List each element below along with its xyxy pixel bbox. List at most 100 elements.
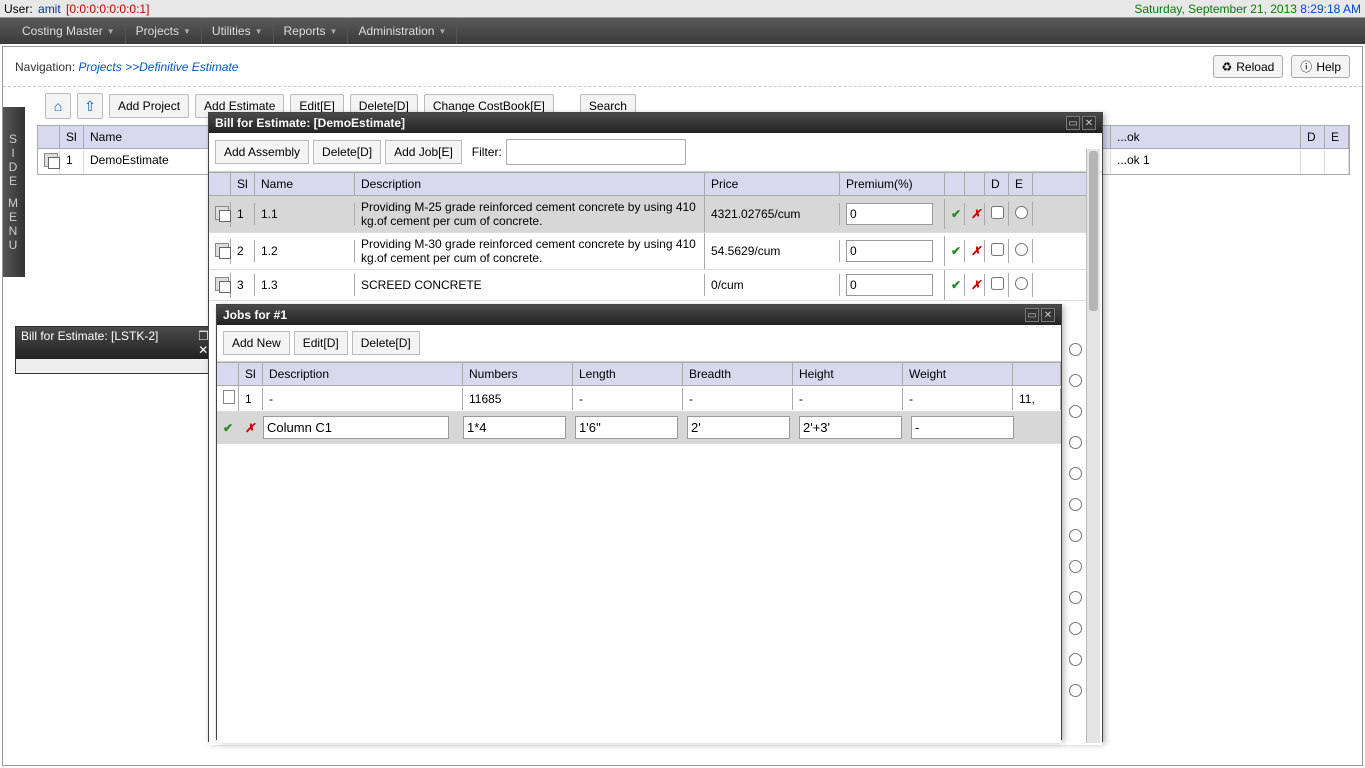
menu-projects[interactable]: Projects▼ — [126, 18, 202, 44]
row-d-checkbox[interactable] — [991, 277, 1004, 290]
table-row[interactable]: 1 - 11685 - - - - 11, — [217, 386, 1061, 412]
col-e: E — [1009, 173, 1033, 195]
status-date: Saturday, September 21, 2013 — [1134, 2, 1297, 16]
row-e-radio[interactable] — [1069, 653, 1082, 666]
row-e-radio[interactable] — [1069, 622, 1082, 635]
length-input[interactable] — [575, 416, 678, 439]
home-button[interactable]: ⌂ — [45, 93, 71, 119]
page-icon — [223, 390, 235, 404]
col-sl: Sl — [231, 173, 255, 195]
up-button[interactable]: ⇧ — [77, 93, 103, 119]
row-e-radio[interactable] — [1069, 436, 1082, 449]
bill-toolbar: Add Assembly Delete[D] Add Job[E] Filter… — [209, 133, 1102, 172]
premium-input[interactable] — [846, 240, 933, 262]
col-weight: Weight — [903, 363, 1013, 385]
menu-costing-master[interactable]: Costing Master▼ — [12, 18, 126, 44]
row-e-radio[interactable] — [1015, 206, 1028, 219]
row-e-radio[interactable] — [1069, 684, 1082, 697]
breadcrumb-projects[interactable]: Projects — [78, 60, 121, 74]
help-icon: ⓘ — [1300, 58, 1312, 75]
dialog-titlebar[interactable]: Jobs for #1 ▭ ✕ — [217, 305, 1061, 325]
row-e-radio[interactable] — [1069, 498, 1082, 511]
user-label: User: — [4, 2, 33, 16]
status-time: 8:29:18 AM — [1300, 2, 1361, 16]
jobs-grid: Sl Description Numbers Length Breadth He… — [217, 362, 1061, 444]
row-e-radio[interactable] — [1069, 529, 1082, 542]
row-e-radio[interactable] — [1069, 374, 1082, 387]
row-e-radio[interactable] — [1015, 243, 1028, 256]
row-e-radio[interactable] — [1069, 560, 1082, 573]
jobs-dialog: Jobs for #1 ▭ ✕ Add New Edit[D] Delete[D… — [216, 304, 1062, 740]
premium-input[interactable] — [846, 274, 933, 296]
add-assembly-button[interactable]: Add Assembly — [215, 140, 309, 164]
row-e-radio[interactable] — [1069, 591, 1082, 604]
weight-input[interactable] — [911, 416, 1014, 439]
confirm-icon[interactable]: ✔ — [223, 421, 233, 435]
premium-input[interactable] — [846, 203, 933, 225]
col-sl: Sl — [239, 363, 263, 385]
description-input[interactable] — [263, 416, 449, 439]
copy-icon[interactable] — [215, 277, 229, 291]
check-icon[interactable]: ✔ — [951, 278, 961, 292]
jobs-dialog-title: Jobs for #1 — [223, 308, 287, 322]
check-icon[interactable]: ✔ — [951, 244, 961, 258]
delete-d-button[interactable]: Delete[D] — [313, 140, 381, 164]
row-e-radio[interactable] — [1069, 343, 1082, 356]
row-d-checkbox[interactable] — [991, 206, 1004, 219]
minimize-icon[interactable]: ▭ — [1025, 308, 1039, 322]
bill-lstk2-dialog[interactable]: Bill for Estimate: [LSTK-2] ❐ ✕ — [15, 326, 215, 374]
nav-label: Navigation: — [15, 60, 75, 74]
col-length: Length — [573, 363, 683, 385]
help-button[interactable]: ⓘHelp — [1291, 55, 1350, 78]
user-ip: [0:0:0:0:0:0:0:1] — [66, 2, 149, 16]
jobs-toolbar: Add New Edit[D] Delete[D] — [217, 325, 1061, 362]
close-icon[interactable]: ✕ — [1082, 116, 1096, 130]
col-name: Name — [255, 173, 355, 195]
table-row-edit[interactable]: ✔ ✗ — [217, 412, 1061, 444]
copy-icon[interactable] — [215, 243, 229, 257]
breadth-input[interactable] — [687, 416, 790, 439]
menu-administration[interactable]: Administration▼ — [348, 18, 457, 44]
row-d-checkbox[interactable] — [991, 243, 1004, 256]
add-job-button[interactable]: Add Job[E] — [385, 140, 462, 164]
table-row[interactable]: 3 1.3 SCREED CONCRETE 0/cum ✔ ✗ — [209, 270, 1086, 301]
col-description: Description — [355, 173, 705, 195]
edit-d-button[interactable]: Edit[D] — [294, 331, 348, 355]
menu-utilities[interactable]: Utilities▼ — [202, 18, 274, 44]
bill-grid: Sl Name Description Price Premium(%) D E… — [209, 172, 1086, 301]
table-row[interactable]: 2 1.2 Providing M-30 grade reinforced ce… — [209, 233, 1086, 270]
filter-label: Filter: — [472, 145, 502, 159]
col-price: Price — [705, 173, 840, 195]
x-icon[interactable]: ✗ — [971, 207, 981, 221]
col-e: E — [1325, 126, 1349, 148]
user-name: amit — [38, 2, 61, 16]
row-e-radio[interactable] — [1069, 405, 1082, 418]
x-icon[interactable]: ✗ — [971, 244, 981, 258]
numbers-input[interactable] — [463, 416, 566, 439]
delete-d-button[interactable]: Delete[D] — [352, 331, 420, 355]
close-icon[interactable]: ✕ — [1041, 308, 1055, 322]
x-icon[interactable]: ✗ — [971, 278, 981, 292]
copy-icon[interactable] — [215, 206, 229, 220]
menu-reports[interactable]: Reports▼ — [274, 18, 349, 44]
hidden-rows-radios — [1069, 333, 1082, 697]
dialog-titlebar[interactable]: Bill for Estimate: [DemoEstimate] ▭ ✕ — [209, 113, 1102, 133]
row-e-radio[interactable] — [1069, 467, 1082, 480]
add-project-button[interactable]: Add Project — [109, 94, 189, 118]
side-menu-tab[interactable]: SIDEMENU — [3, 107, 25, 277]
col-d: D — [985, 173, 1009, 195]
scrollbar[interactable] — [1086, 149, 1100, 743]
col-premium: Premium(%) — [840, 173, 945, 195]
col-description: Description — [263, 363, 463, 385]
breadcrumb-definitive-estimate[interactable]: Definitive Estimate — [139, 60, 238, 74]
add-new-button[interactable]: Add New — [223, 331, 290, 355]
cancel-icon[interactable]: ✗ — [245, 421, 255, 435]
minimize-icon[interactable]: ▭ — [1066, 116, 1080, 130]
row-e-radio[interactable] — [1015, 277, 1028, 290]
height-input[interactable] — [799, 416, 902, 439]
check-icon[interactable]: ✔ — [951, 207, 961, 221]
col-d: D — [1301, 126, 1325, 148]
table-row[interactable]: 1 1.1 Providing M-25 grade reinforced ce… — [209, 196, 1086, 233]
reload-button[interactable]: ♻Reload — [1213, 55, 1284, 78]
filter-input[interactable] — [506, 139, 686, 165]
